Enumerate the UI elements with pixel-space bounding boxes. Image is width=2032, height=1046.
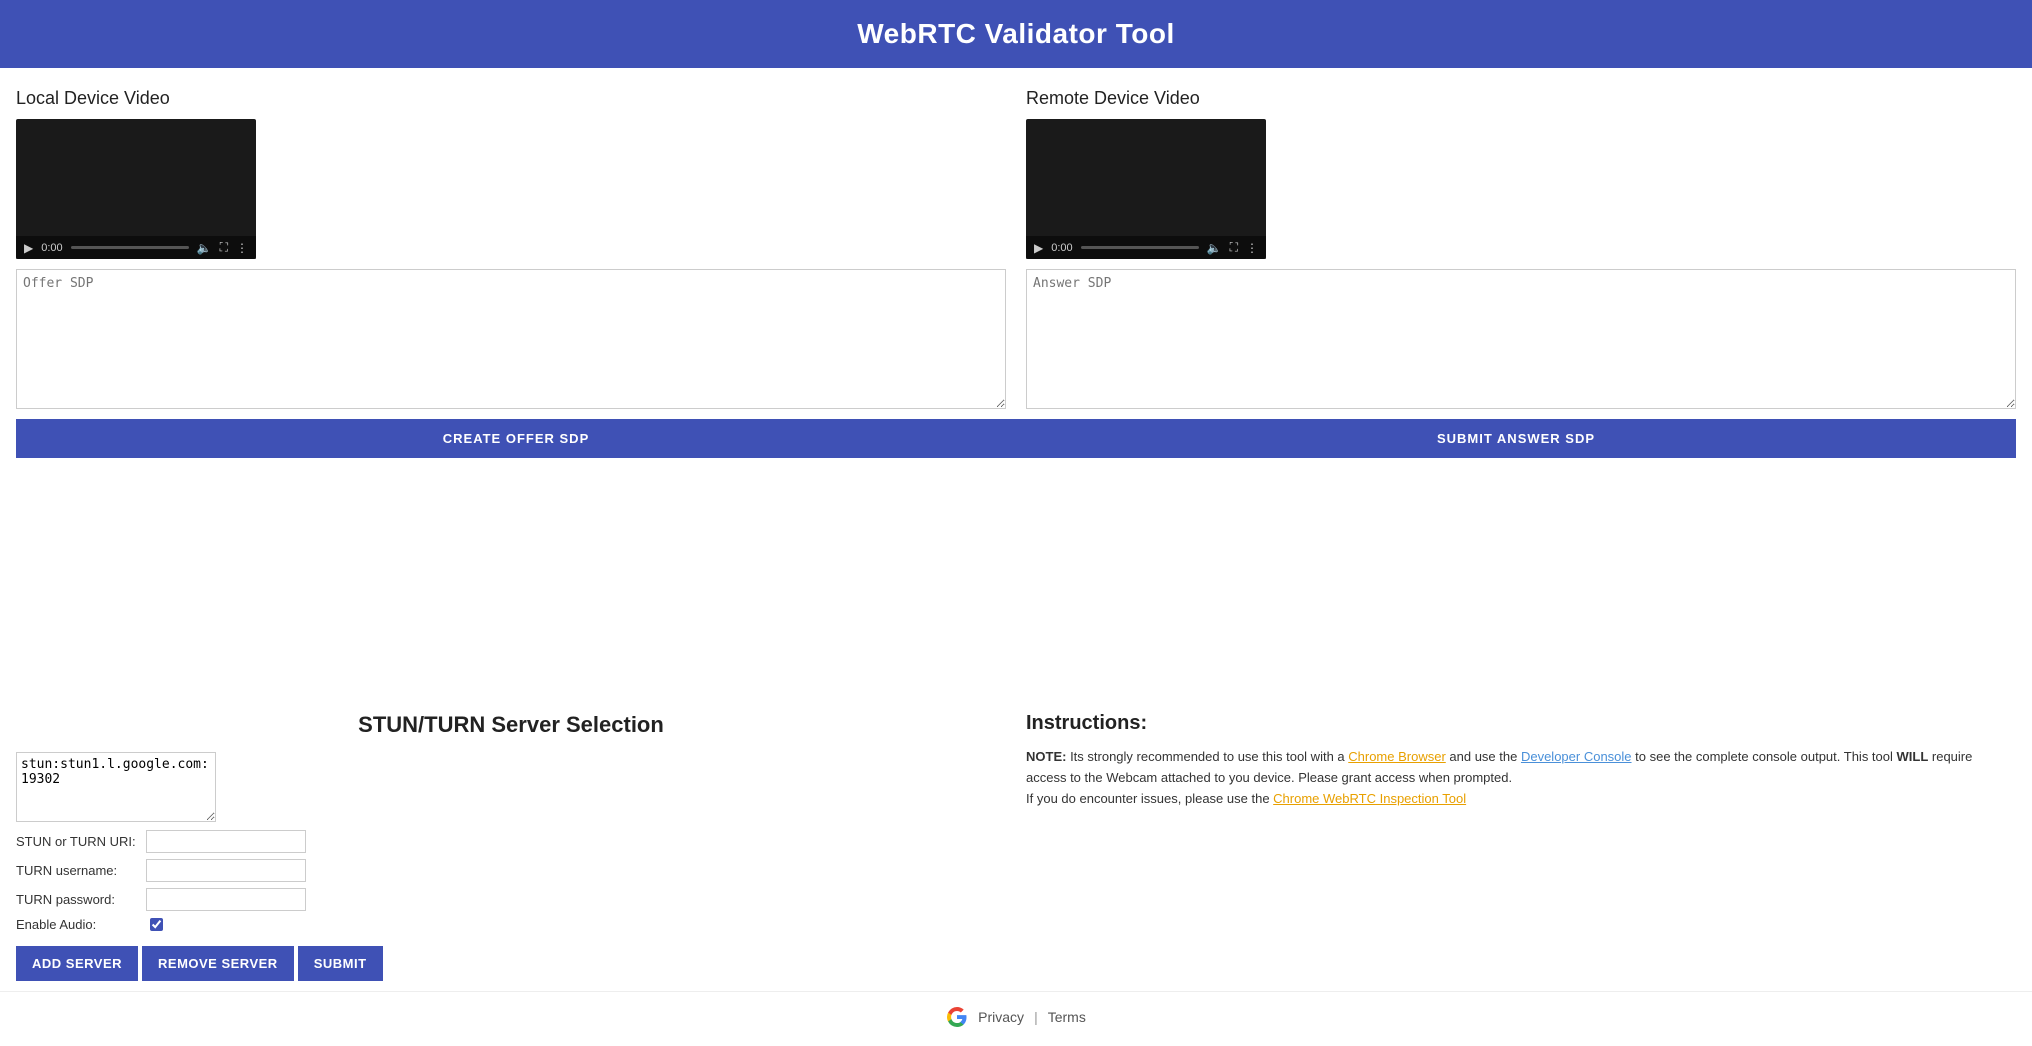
stun-uri-row: STUN or TURN URI:: [16, 830, 1006, 853]
remote-video-label: Remote Device Video: [1026, 88, 2016, 109]
remote-mute-icon[interactable]: 🔈: [1207, 241, 1222, 255]
local-fullscreen-icon[interactable]: ⛶: [220, 240, 228, 255]
remote-play-icon[interactable]: ▶: [1034, 241, 1043, 255]
terms-link[interactable]: Terms: [1048, 1009, 1086, 1025]
remove-server-button[interactable]: REMOVE SERVER: [142, 946, 294, 981]
enable-audio-checkbox[interactable]: [150, 918, 163, 931]
instructions-section: Instructions: NOTE: Its strongly recomme…: [1026, 712, 2016, 981]
note-text-1: Its strongly recommended to use this too…: [1070, 749, 1348, 764]
dev-console-link[interactable]: Developer Console: [1521, 749, 1632, 764]
remote-video-wrapper: ▶ 0:00 🔈 ⛶ ⋮: [1026, 119, 2016, 259]
submit-server-button[interactable]: SUBMIT: [298, 946, 383, 981]
stun-turn-section: STUN/TURN Server Selection stun:stun1.l.…: [16, 712, 1006, 981]
local-video-player[interactable]: ▶ 0:00 🔈 ⛶ ⋮: [16, 119, 256, 259]
chrome-browser-link[interactable]: Chrome Browser: [1348, 749, 1446, 764]
remote-video-time: 0:00: [1051, 242, 1072, 254]
page-header: WebRTC Validator Tool: [0, 0, 2032, 68]
google-logo: [946, 1006, 968, 1028]
encounter-text: If you do encounter issues, please use t…: [1026, 791, 1273, 806]
turn-password-input[interactable]: [146, 888, 306, 911]
local-video-section: Local Device Video ▶ 0:00 🔈 ⛶ ⋮: [16, 88, 1006, 409]
sdp-button-bar: CREATE OFFER SDP SUBMIT ANSWER SDP: [16, 419, 2016, 458]
local-mute-icon[interactable]: 🔈: [197, 241, 212, 255]
create-offer-button[interactable]: CREATE OFFER SDP: [16, 419, 1016, 458]
remote-video-controls: ▶ 0:00 🔈 ⛶ ⋮: [1026, 236, 1266, 259]
local-video-time: 0:00: [41, 242, 62, 254]
offer-sdp-textarea[interactable]: [16, 269, 1006, 409]
note-bold: NOTE:: [1026, 749, 1070, 764]
stun-uri-label: STUN or TURN URI:: [16, 834, 146, 849]
video-row: Local Device Video ▶ 0:00 🔈 ⛶ ⋮: [16, 88, 2016, 409]
add-server-button[interactable]: ADD SERVER: [16, 946, 138, 981]
enable-audio-row: Enable Audio:: [16, 917, 1006, 932]
stun-uri-input[interactable]: [146, 830, 306, 853]
google-g-icon: [946, 1006, 968, 1028]
page-title: WebRTC Validator Tool: [0, 18, 2032, 50]
local-video-wrapper: ▶ 0:00 🔈 ⛶ ⋮: [16, 119, 1006, 259]
instructions-body: NOTE: Its strongly recommended to use th…: [1026, 747, 2016, 809]
remote-fullscreen-icon[interactable]: ⛶: [1230, 240, 1238, 255]
bottom-section: STUN/TURN Server Selection stun:stun1.l.…: [0, 692, 2032, 991]
stun-server-textarea[interactable]: stun:stun1.l.google.com:19302: [16, 752, 216, 822]
submit-answer-button[interactable]: SUBMIT ANSWER SDP: [1016, 419, 2016, 458]
remote-more-icon[interactable]: ⋮: [1246, 241, 1258, 255]
turn-username-label: TURN username:: [16, 863, 146, 878]
page-footer: Privacy | Terms: [0, 991, 2032, 1046]
remote-video-progress: [1081, 246, 1199, 249]
remote-video-player[interactable]: ▶ 0:00 🔈 ⛶ ⋮: [1026, 119, 1266, 259]
remote-video-section: Remote Device Video ▶ 0:00 🔈 ⛶ ⋮: [1026, 88, 2016, 409]
local-more-icon[interactable]: ⋮: [236, 241, 248, 255]
instructions-title: Instructions:: [1026, 712, 2016, 735]
footer-separator: |: [1034, 1009, 1038, 1025]
webrtc-tool-link[interactable]: Chrome WebRTC Inspection Tool: [1273, 791, 1466, 806]
local-play-icon[interactable]: ▶: [24, 241, 33, 255]
local-video-label: Local Device Video: [16, 88, 1006, 109]
stun-turn-title: STUN/TURN Server Selection: [16, 712, 1006, 738]
stun-buttons: ADD SERVER REMOVE SERVER SUBMIT: [16, 946, 1006, 981]
privacy-link[interactable]: Privacy: [978, 1009, 1024, 1025]
note-text-2: and use the: [1446, 749, 1521, 764]
main-content: Local Device Video ▶ 0:00 🔈 ⛶ ⋮: [0, 68, 2032, 692]
turn-password-row: TURN password:: [16, 888, 1006, 911]
turn-password-label: TURN password:: [16, 892, 146, 907]
will-bold: WILL: [1897, 749, 1929, 764]
turn-username-row: TURN username:: [16, 859, 1006, 882]
turn-username-input[interactable]: [146, 859, 306, 882]
local-video-progress: [71, 246, 189, 249]
answer-sdp-textarea[interactable]: [1026, 269, 2016, 409]
enable-audio-label: Enable Audio:: [16, 917, 146, 932]
local-video-controls: ▶ 0:00 🔈 ⛶ ⋮: [16, 236, 256, 259]
